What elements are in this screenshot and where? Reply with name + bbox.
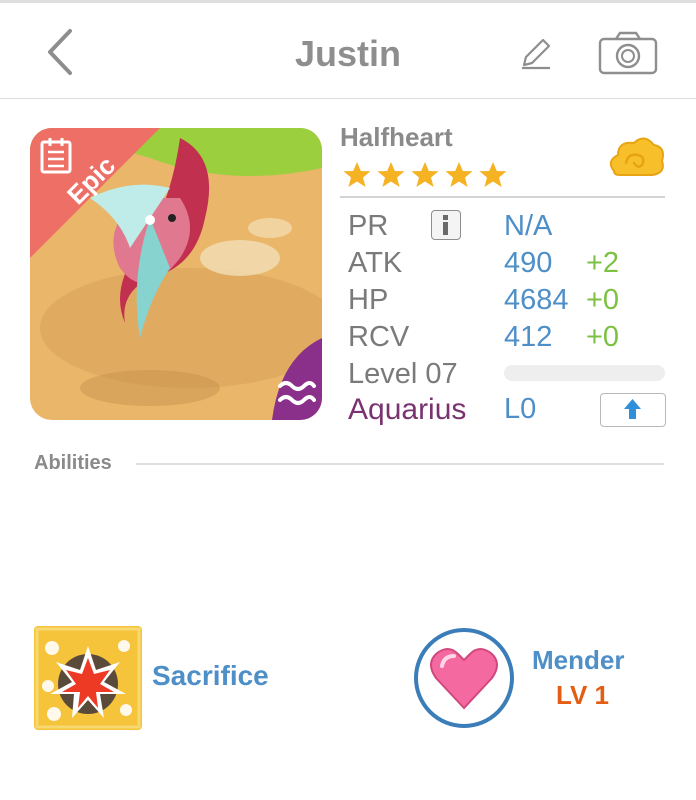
skill-name: Sacrifice [152,660,269,691]
pr-value: N/A [504,210,553,242]
star-icon [377,162,405,187]
rcv-bonus: +0 [586,321,620,353]
atk-value: 490 [504,247,553,279]
explosion-icon[interactable] [34,626,142,730]
hp-bonus: +0 [586,284,620,316]
monster-artwork: Epic [30,128,322,420]
atk-bonus: +2 [586,247,620,279]
name-divider [340,196,665,198]
star-icon [411,162,439,187]
sign-level: L0 [504,393,537,425]
star-icon [343,162,371,187]
atk-label: ATK [348,247,403,279]
pr-label: PR [348,210,389,242]
sign-name: Aquarius [348,393,467,426]
type-level: LV 1 [556,680,609,710]
pencil-icon[interactable] [516,33,556,73]
star-rating [342,160,508,194]
hp-label: HP [348,284,389,316]
hp-value: 4684 [504,284,569,316]
monster-portrait[interactable]: Epic [30,128,322,420]
level-progress-bar [504,365,665,381]
level-label: Level 07 [348,358,458,390]
info-icon[interactable] [431,210,461,240]
cloud-icon [609,137,664,176]
rcv-label: RCV [348,321,410,353]
page-title: Justin [294,33,401,74]
camera-icon[interactable] [598,31,658,75]
abilities-heading: Abilities [34,452,112,474]
star-icon [479,162,507,187]
nav-header: Justin [0,3,696,99]
star-icon [445,162,473,187]
abilities-divider [136,463,664,465]
type-name: Mender [532,645,625,675]
upgrade-button[interactable] [600,393,666,427]
arrow-up-icon [624,399,641,419]
heart-icon[interactable] [412,626,516,730]
rcv-value: 412 [504,321,553,353]
monster-name: Halfheart [340,122,453,152]
